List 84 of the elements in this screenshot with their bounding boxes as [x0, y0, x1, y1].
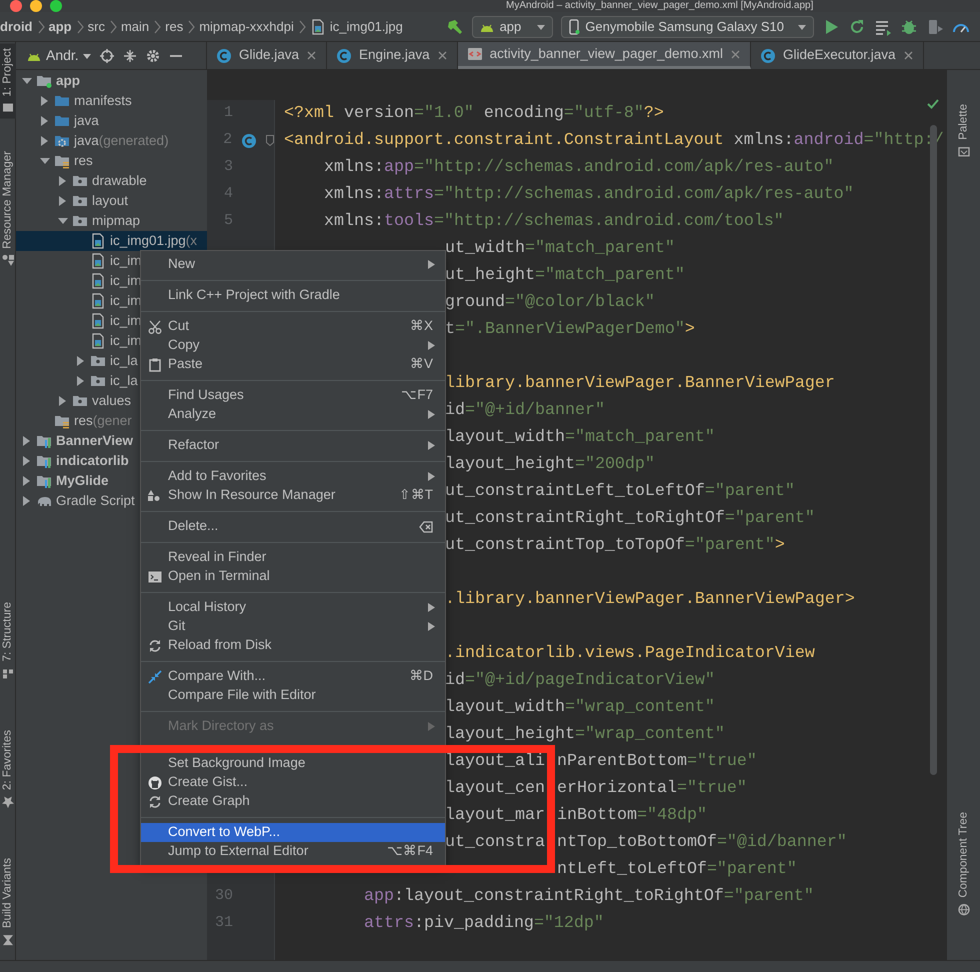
code-text: ut_constraintLeft_toLeftOf="parent"	[445, 483, 795, 500]
code-text: ut_constraintTop_toTopOf="parent">	[445, 537, 785, 554]
code-text: ntTop_toBottomOf="@id/banner"	[557, 834, 847, 851]
code-text: layout_width="wrap_content"	[445, 699, 715, 716]
code-text: layout_height="200dp"	[445, 456, 655, 473]
code-text: erHorizontal="true"	[557, 780, 747, 797]
code-text: t=".BannerViewPagerDemo">	[445, 321, 695, 338]
code-text: inBottom="48dp"	[557, 807, 707, 824]
menu-item[interactable]: Git	[141, 617, 445, 636]
code-text: ut_constra	[445, 834, 545, 851]
breadcrumb[interactable]: ic_img01.jpg	[310, 16, 403, 36]
tool-window-tab[interactable]: Component Tree	[956, 808, 972, 920]
code-text: ntLeft_toLeftOf="parent"	[557, 861, 797, 878]
menu-item[interactable]: Link C++ Project with Gradle	[141, 286, 445, 305]
code-text: ut_width="match_parent"	[445, 240, 675, 257]
tree-item[interactable]: mipmap	[16, 211, 207, 231]
code-text: xmlns:app="http://schemas.android.com/apk/res-auto"	[324, 159, 834, 176]
code-text: xmlns:attrs="http://schemas.android.com/apk/res-auto"	[324, 186, 854, 203]
tool-window-tab[interactable]: Build Variants	[0, 854, 16, 950]
tool-window-tab[interactable]: Resource Manager	[0, 146, 16, 270]
code-text: ut_constraintRight_toRightOf="parent"	[445, 510, 815, 527]
code-text: xmlns:tools="http://schemas.android.com/tools"	[324, 213, 784, 230]
breadcrumb[interactable]: main	[120, 16, 150, 36]
code-text: layout_ali	[445, 753, 545, 770]
menu-item[interactable]: Find Usages ⌥F7	[141, 386, 445, 405]
menu-item[interactable]: Compare File with Editor	[141, 686, 445, 705]
code-text: layout_width="match_parent"	[445, 429, 715, 446]
menu-item[interactable]: Open in Terminal	[141, 567, 445, 586]
menu-item[interactable]: Create Gist...	[141, 773, 445, 792]
tool-window-tab[interactable]: 2: Favorites	[0, 726, 16, 812]
menu-item[interactable]: Delete...	[141, 517, 445, 536]
tree-item[interactable]: app	[16, 71, 207, 91]
run-config-dropdown[interactable]: app	[472, 16, 554, 38]
code-text: ground="@color/black"	[445, 294, 655, 311]
code-text: layout_height="wrap_content"	[445, 726, 725, 743]
code-text: .indicatorlib.views.PageIndicatorView	[445, 645, 815, 662]
editor-tab[interactable]: Engine.java	[327, 42, 458, 69]
code-text: library.bannerViewPager.BannerViewPager	[445, 375, 835, 392]
tree-item[interactable]: layout	[16, 191, 207, 211]
menu-item[interactable]: Reload from Disk	[141, 636, 445, 655]
tree-item[interactable]: java	[16, 111, 207, 131]
tree-item[interactable]: res	[16, 151, 207, 171]
tool-window-tab[interactable]: 7: Structure	[0, 598, 16, 684]
tree-item[interactable]: drawable	[16, 171, 207, 191]
menu-item[interactable]: Analyze	[141, 405, 445, 424]
view-dropdown[interactable]: Andr.	[26, 45, 91, 66]
breadcrumb[interactable]: res	[165, 16, 184, 36]
editor-tab[interactable]: Glide.java	[207, 42, 328, 69]
breadcrumb[interactable]: droid	[0, 16, 32, 36]
code-text: id="@+id/banner"	[445, 402, 605, 419]
code-text: layout_cen	[445, 780, 545, 797]
menu-item[interactable]: Reveal in Finder	[141, 548, 445, 567]
code-text: ut_height="match_parent"	[445, 267, 685, 284]
breadcrumb[interactable]: app	[48, 16, 72, 36]
breadcrumb[interactable]: mipmap-xxxhdpi	[199, 16, 294, 36]
menu-item[interactable]: Copy	[141, 336, 445, 355]
menu-item[interactable]: Set Background Image	[141, 754, 445, 773]
menu-item[interactable]: Create Graph	[141, 792, 445, 811]
code-text: layout_mar	[445, 807, 545, 824]
menu-item[interactable]: Show In Resource Manager ⇧⌘T	[141, 486, 445, 505]
editor-tab[interactable]: GlideExecutor.java	[751, 42, 924, 69]
breadcrumb[interactable]: src	[88, 16, 105, 36]
menu-item[interactable]: Convert to WebP...	[141, 823, 445, 842]
menu-item[interactable]: New	[141, 255, 445, 274]
code-text: nParentBottom="true"	[557, 753, 757, 770]
code-text: attrs:piv_padding="12dp"	[364, 915, 604, 932]
menu-item[interactable]: Cut ⌘X	[141, 317, 445, 336]
code-text: <?xml version="1.0" encoding="utf-8"?>	[284, 105, 664, 122]
tree-item[interactable]: manifests	[16, 91, 207, 111]
code-text: app:layout_constraintRight_toRightOf="parent"	[364, 888, 814, 905]
tree-item[interactable]: java(generated)	[16, 131, 207, 151]
window-title: MyAndroid – activity_banner_view_pager_demo.xml [MyAndroid.app]	[506, 0, 814, 12]
code-text: <android.support.constraint.ConstraintLayout xmlns:android="http:/	[284, 132, 944, 149]
tool-window-tab[interactable]: Palette	[956, 100, 972, 162]
menu-item[interactable]: Local History	[141, 598, 445, 617]
code-text: .library.bannerViewPager.BannerViewPager>	[445, 591, 855, 608]
tool-window-tab[interactable]: 1: Project	[0, 44, 16, 119]
menu-item[interactable]: Paste ⌘V	[141, 355, 445, 374]
editor-tab[interactable]: activity_banner_view_pager_demo.xml	[458, 42, 751, 69]
tree-item[interactable]: ic_img01.jpg(x	[16, 231, 207, 251]
menu-item[interactable]: Compare With... ⌘D	[141, 667, 445, 686]
device-dropdown[interactable]: Genymobile Samsung Galaxy S10	[561, 16, 814, 38]
code-text: id="@+id/pageIndicatorView"	[445, 672, 715, 689]
menu-item[interactable]: Jump to External Editor ⌥⌘F4	[141, 842, 445, 861]
